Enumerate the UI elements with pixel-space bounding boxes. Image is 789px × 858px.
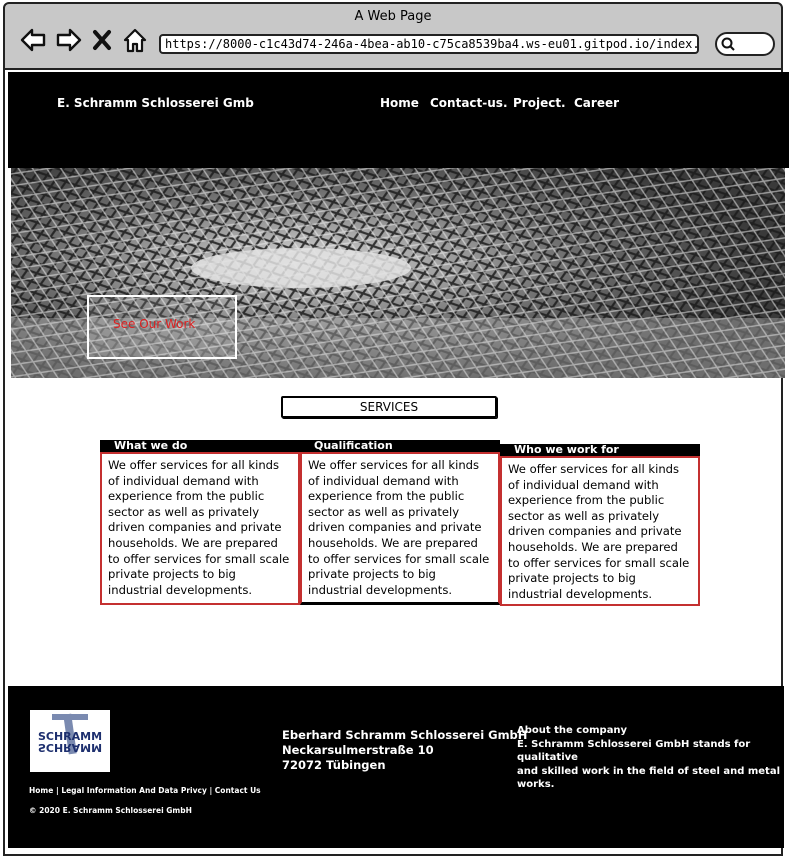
services-heading: SERVICES <box>281 396 497 418</box>
see-our-work-button[interactable]: See Our Work <box>87 295 237 359</box>
about-company: About the company E. Schramm Schlosserei… <box>517 724 784 792</box>
column-heading: What we do <box>100 440 300 452</box>
site-footer: SCHRAMM SCHRAMM Home | Legal Information… <box>8 686 784 848</box>
window-title: A Web Page <box>354 9 432 24</box>
forward-arrow-icon[interactable] <box>55 26 83 54</box>
hero-image: See Our Work <box>11 168 785 378</box>
search-field[interactable] <box>715 32 775 56</box>
site-header: E. Schramm Schlosserei Gmb Home Contact-… <box>8 72 789 168</box>
browser-chrome: A Web Page https://8000-c1c43d74-246a-4b… <box>3 2 783 70</box>
about-line: E. Schramm Schlosserei GmbH stands for q… <box>517 738 751 764</box>
column-text: We offer services for all kinds of indiv… <box>500 456 700 606</box>
address-bar[interactable]: https://8000-c1c43d74-246a-4bea-ab10-c75… <box>159 34 699 54</box>
close-icon[interactable] <box>91 26 113 54</box>
footer-link-contact[interactable]: Contact Us <box>215 786 261 795</box>
footer-link-home[interactable]: Home <box>29 786 53 795</box>
about-title: About the company <box>517 725 628 736</box>
nav-career[interactable]: Career <box>574 96 619 110</box>
footer-links: Home | Legal Information And Data Privcy… <box>29 786 261 795</box>
nav-project[interactable]: Project. <box>513 96 566 110</box>
see-our-work-label: See Our Work <box>113 317 196 331</box>
footer-link-legal[interactable]: Legal Information And Data Privcy <box>61 786 207 795</box>
copyright: © 2020 E. Schramm Schlosserei GmbH <box>29 806 192 815</box>
svg-text:SCHRAMM: SCHRAMM <box>38 741 102 754</box>
company-address: Eberhard Schramm Schlosserei GmbH Neckar… <box>282 728 527 773</box>
nav-home[interactable]: Home <box>380 96 419 110</box>
address-line: Eberhard Schramm Schlosserei GmbH <box>282 728 528 742</box>
column-heading: Qualification <box>300 440 500 452</box>
brand-name[interactable]: E. Schramm Schlosserei Gmb <box>57 96 254 110</box>
column-text: We offer services for all kinds of indiv… <box>300 452 500 605</box>
home-icon[interactable] <box>121 26 149 54</box>
address-line: Neckarsulmerstraße 10 <box>282 743 434 757</box>
search-icon <box>721 37 735 51</box>
about-line: and skilled work in the field of steel a… <box>517 765 781 791</box>
nav-contact[interactable]: Contact-us. <box>430 96 508 110</box>
page-frame: E. Schramm Schlosserei Gmb Home Contact-… <box>3 70 789 856</box>
back-arrow-icon[interactable] <box>19 26 47 54</box>
footer-link-separator: | <box>206 786 215 795</box>
column-text: We offer services for all kinds of indiv… <box>100 452 300 605</box>
schramm-logo-icon: SCHRAMM SCHRAMM <box>30 710 110 772</box>
company-logo: SCHRAMM SCHRAMM <box>30 710 110 772</box>
address-line: 72072 Tübingen <box>282 758 386 772</box>
column-heading: Who we work for <box>500 444 700 456</box>
